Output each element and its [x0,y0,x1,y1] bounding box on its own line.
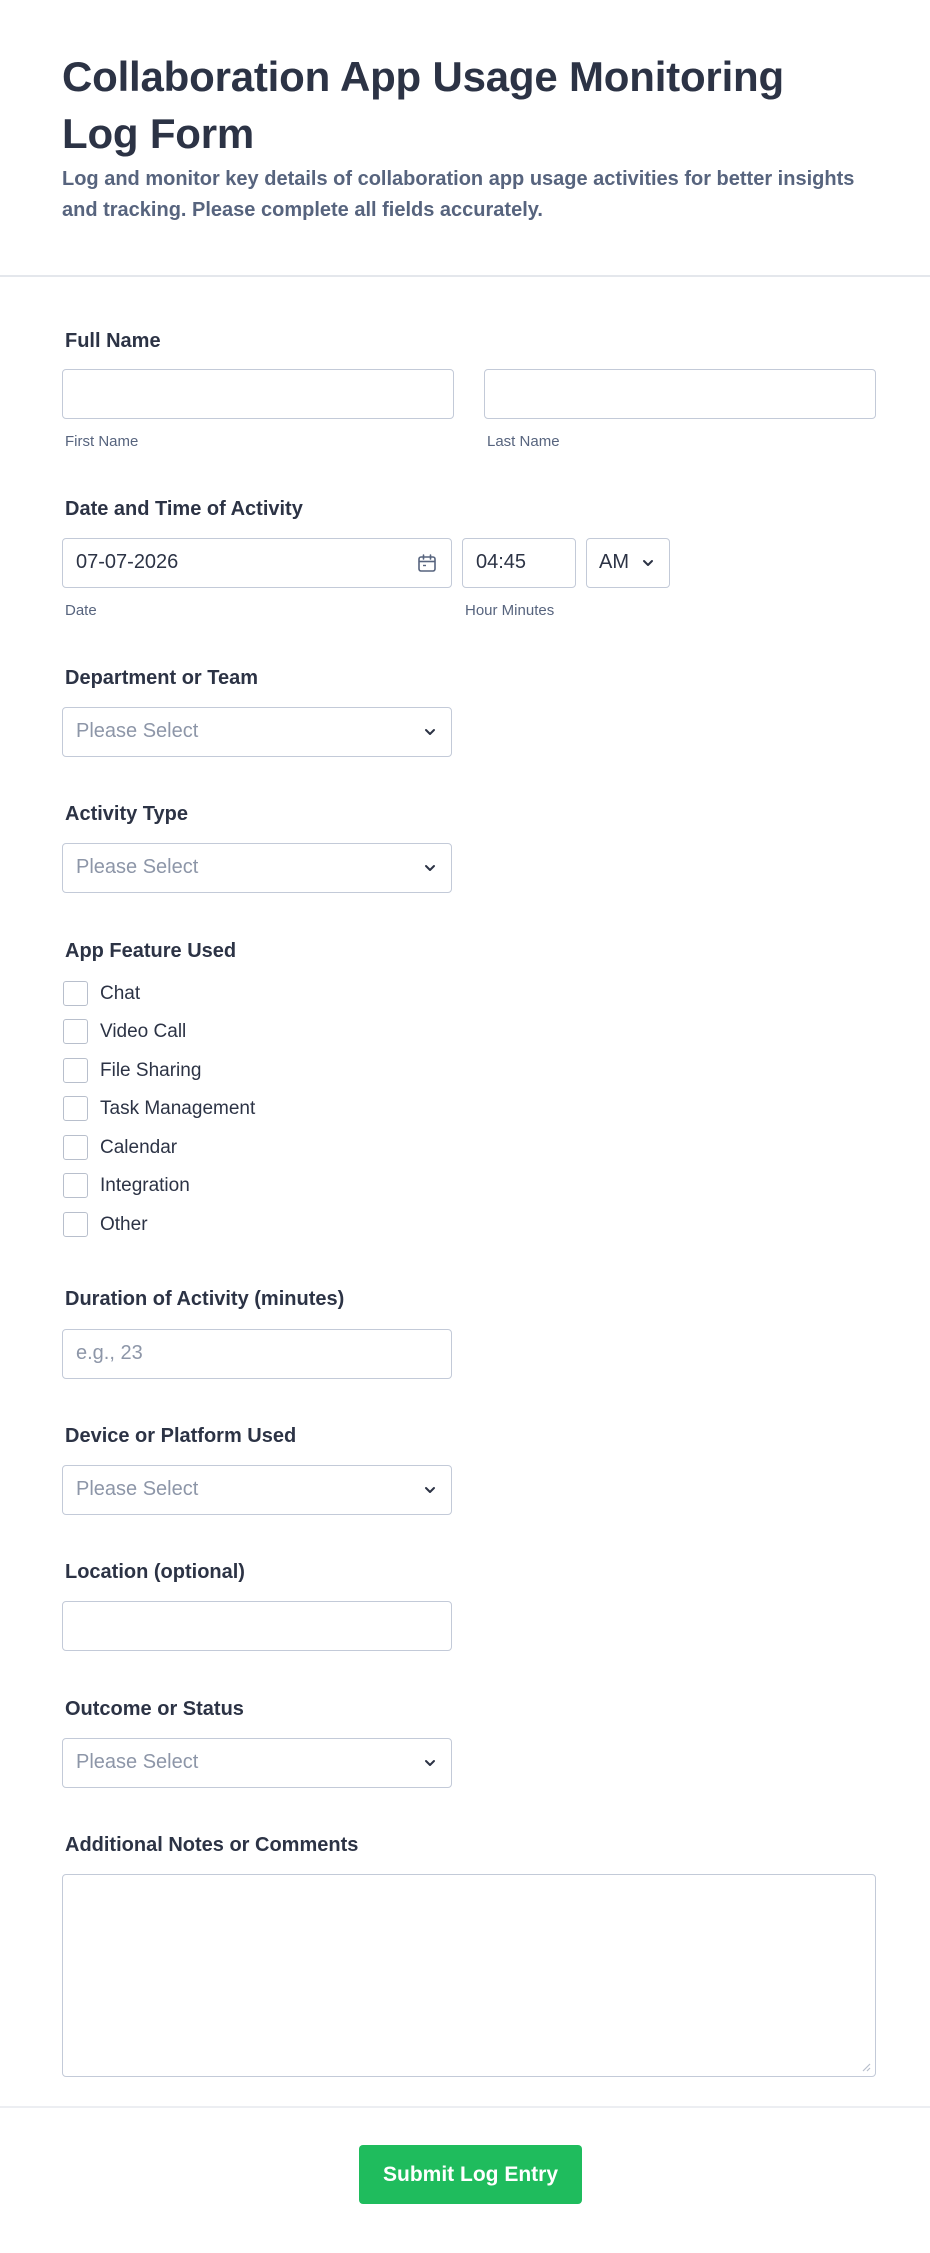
activity-type-label: Activity Type [65,803,188,825]
chevron-down-icon [425,865,435,871]
checkbox-box[interactable] [63,1135,88,1160]
ampm-value: AM [599,551,629,573]
outcome-label: Outcome or Status [65,1698,244,1720]
ampm-select[interactable]: AM [586,538,670,588]
page-subtitle: Log and monitor key details of collabora… [62,168,855,221]
full-name-label: Full Name [65,330,161,352]
duration-label: Duration of Activity (minutes) [65,1288,345,1310]
duration-input[interactable]: e.g., 23 [62,1329,452,1379]
activity-type-select[interactable]: Please Select [62,843,452,893]
time-input[interactable]: 04:45 [462,538,576,588]
checkbox-label: Chat [100,983,141,1004]
checkbox-label: File Sharing [100,1060,202,1081]
location-input[interactable] [62,1601,452,1651]
date-value: 07-07-2026 [76,551,179,573]
checkbox-label: Integration [100,1175,190,1196]
checkbox-label: Video Call [100,1021,187,1042]
outcome-select[interactable]: Please Select [62,1738,452,1788]
device-placeholder: Please Select [76,1478,199,1500]
submit-button[interactable]: Submit Log Entry [359,2145,582,2204]
chevron-down-icon [425,1487,435,1493]
location-label: Location (optional) [65,1561,245,1583]
checkbox-box[interactable] [63,1019,88,1044]
time-value: 04:45 [476,551,527,573]
checkbox-label: Task Management [100,1098,256,1119]
date-input[interactable]: 07-07-2026 [62,538,452,588]
department-placeholder: Please Select [76,720,199,742]
department-label: Department or Team [65,667,259,689]
outcome-placeholder: Please Select [76,1751,199,1773]
department-select[interactable]: Please Select [62,707,452,757]
last-name-input[interactable] [484,369,876,419]
checkbox-box[interactable] [63,1212,88,1237]
chevron-down-icon [425,1760,435,1766]
activity-type-placeholder: Please Select [76,856,199,878]
notes-textarea[interactable] [62,1874,876,2077]
device-select[interactable]: Please Select [62,1465,452,1515]
calendar-icon[interactable] [417,553,437,573]
time-sublabel: Hour Minutes [465,602,555,619]
duration-placeholder: e.g., 23 [76,1342,143,1364]
page-title: Collaboration App Usage Monitoring Log F… [62,53,784,157]
first-name-sublabel: First Name [65,433,139,450]
chevron-down-icon [425,729,435,735]
resize-handle-icon[interactable] [861,2062,871,2072]
footer-divider [0,2106,930,2108]
chevron-down-icon [643,560,653,566]
last-name-sublabel: Last Name [487,433,560,450]
checkbox-box[interactable] [63,1058,88,1083]
checkbox-label: Calendar [100,1137,178,1158]
notes-label: Additional Notes or Comments [65,1834,359,1856]
datetime-label: Date and Time of Activity [65,498,303,520]
device-label: Device or Platform Used [65,1425,297,1447]
checkbox-box[interactable] [63,1173,88,1198]
app-feature-label: App Feature Used [65,940,237,962]
checkbox-label: Other [100,1214,148,1235]
checkbox-box[interactable] [63,981,88,1006]
checkbox-box[interactable] [63,1096,88,1121]
form-header: Collaboration App Usage Monitoring Log F… [0,0,930,277]
date-sublabel: Date [65,602,97,619]
first-name-input[interactable] [62,369,454,419]
